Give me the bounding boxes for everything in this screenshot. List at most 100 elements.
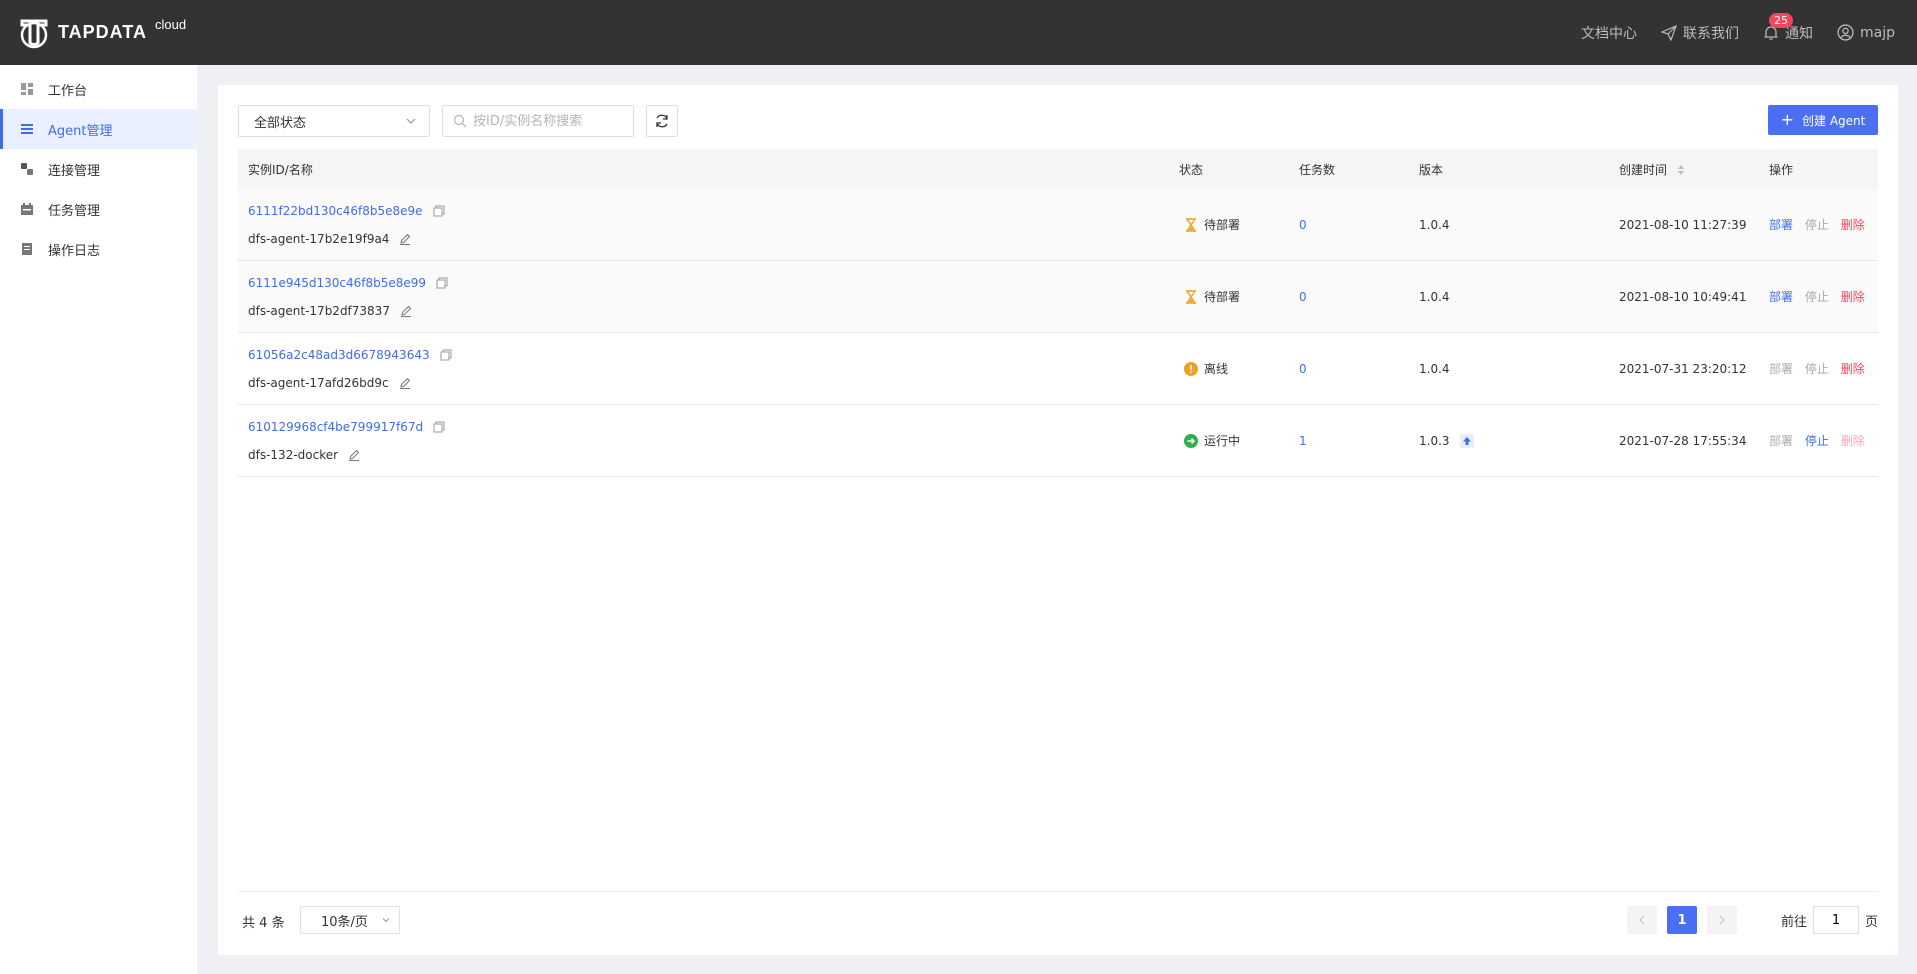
goto-page-input[interactable] xyxy=(1812,906,1859,934)
user-icon xyxy=(1837,24,1854,41)
logo-sup: cloud xyxy=(154,17,187,32)
refresh-icon xyxy=(656,114,668,128)
sidebar-item-agent[interactable]: Agent管理 xyxy=(0,109,197,149)
agent-table: 实例ID/名称 状态 任务数 版本 创建时间 操作 6111f22bd130c4… xyxy=(238,149,1878,477)
status-text: 运行中 xyxy=(1204,434,1241,448)
col-header-tasks: 任务数 xyxy=(1299,162,1336,177)
status-text: 离线 xyxy=(1204,362,1229,376)
tapdata-logo-icon xyxy=(20,19,48,48)
total-suffix: 条 xyxy=(271,916,285,931)
notify-badge: 25 xyxy=(1769,12,1793,28)
task-count-link[interactable]: 1 xyxy=(1299,434,1307,448)
create-agent-button[interactable]: + 创建 Agent xyxy=(1768,105,1878,135)
agent-id-link[interactable]: 610129968cf4be799917f67d xyxy=(248,420,423,434)
version-text: 1.0.4 xyxy=(1419,217,1450,232)
pagination-bar: 共 4 条 10条/页 1 前往 页 xyxy=(238,891,1878,955)
upgrade-icon[interactable] xyxy=(1459,433,1474,448)
page-button-current[interactable]: 1 xyxy=(1666,906,1697,934)
created-time: 2021-07-28 17:55:34 xyxy=(1619,433,1747,448)
status-text: 待部署 xyxy=(1204,218,1241,232)
deploy-button[interactable]: 部署 xyxy=(1769,434,1793,448)
sidebar-item-task[interactable]: 任务管理 xyxy=(0,189,197,229)
agent-name: dfs-agent-17b2e19f9a4 xyxy=(248,231,390,246)
delete-button[interactable]: 删除 xyxy=(1841,218,1865,232)
search-input[interactable] xyxy=(473,113,623,129)
copy-icon[interactable] xyxy=(433,205,445,217)
sidebar-item-label: 工作台 xyxy=(48,83,88,99)
version-text: 1.0.4 xyxy=(1419,289,1450,304)
sidebar-item-connection[interactable]: 连接管理 xyxy=(0,149,197,189)
deploy-button[interactable]: 部署 xyxy=(1769,218,1793,232)
deploy-button[interactable]: 部署 xyxy=(1769,362,1793,376)
goto-unit: 页 xyxy=(1864,914,1878,930)
docs-label: 文档中心 xyxy=(1581,25,1637,42)
next-page-button[interactable] xyxy=(1706,906,1737,934)
hourglass-icon xyxy=(1184,217,1198,232)
send-icon xyxy=(1661,24,1677,41)
table-row: 610129968cf4be799917f67d dfs-132-docker … xyxy=(238,405,1878,477)
stop-button[interactable]: 停止 xyxy=(1805,218,1829,232)
status-filter-select[interactable]: 全部状态 xyxy=(238,105,430,137)
col-header-id: 实例ID/名称 xyxy=(248,162,313,177)
search-box[interactable] xyxy=(442,105,634,137)
user-menu[interactable]: majp xyxy=(1837,24,1895,41)
created-time: 2021-07-31 23:20:12 xyxy=(1619,361,1747,376)
agent-id-link[interactable]: 6111e945d130c46f8b5e8e99 xyxy=(248,276,426,290)
page-size-value: 10条/页 xyxy=(321,914,368,930)
document-icon xyxy=(20,242,34,256)
sidebar-item-label: 操作日志 xyxy=(48,243,101,259)
stop-button[interactable]: 停止 xyxy=(1805,290,1829,304)
chevron-right-icon xyxy=(1719,915,1725,925)
delete-button[interactable]: 删除 xyxy=(1841,290,1865,304)
edit-icon[interactable] xyxy=(399,377,411,389)
stop-button[interactable]: 停止 xyxy=(1805,362,1829,376)
notify-link[interactable]: 25 通知 xyxy=(1763,12,1813,43)
task-count-link[interactable]: 0 xyxy=(1299,290,1307,304)
edit-icon[interactable] xyxy=(348,449,360,461)
edit-icon[interactable] xyxy=(399,233,411,245)
task-count-link[interactable]: 0 xyxy=(1299,218,1307,232)
agent-id-link[interactable]: 61056a2c48ad3d6678943643 xyxy=(248,348,430,362)
task-count-link[interactable]: 0 xyxy=(1299,362,1307,376)
sidebar-item-label: 连接管理 xyxy=(48,163,101,179)
agent-name: dfs-agent-17afd26bd9c xyxy=(248,375,389,390)
status-text: 待部署 xyxy=(1204,290,1241,304)
goto-label: 前往 xyxy=(1780,914,1807,930)
create-agent-label: 创建 Agent xyxy=(1802,113,1866,128)
list-icon xyxy=(20,122,34,136)
sort-icon[interactable] xyxy=(1677,164,1685,176)
top-header: TAPDATA cloud 文档中心 联系我们 25 通知 majp xyxy=(0,0,1917,65)
sidebar-item-label: 任务管理 xyxy=(48,203,101,219)
total-number: 4 xyxy=(259,916,268,931)
refresh-button[interactable] xyxy=(646,105,678,137)
status-filter-value: 全部状态 xyxy=(254,115,307,131)
col-header-status: 状态 xyxy=(1179,162,1204,177)
total-count: 共 4 条 xyxy=(242,912,285,931)
delete-button[interactable]: 删除 xyxy=(1841,362,1865,376)
copy-icon[interactable] xyxy=(433,421,445,433)
contact-link[interactable]: 联系我们 xyxy=(1661,23,1739,43)
total-prefix: 共 xyxy=(242,916,256,931)
col-header-created[interactable]: 创建时间 xyxy=(1619,161,1769,178)
sidebar-item-label: Agent管理 xyxy=(48,123,113,139)
sidebar-item-oplog[interactable]: 操作日志 xyxy=(0,229,197,269)
version-text: 1.0.3 xyxy=(1419,433,1450,448)
copy-icon[interactable] xyxy=(440,349,452,361)
created-time: 2021-08-10 10:49:41 xyxy=(1619,289,1747,304)
chevron-down-icon xyxy=(406,118,416,124)
deploy-button[interactable]: 部署 xyxy=(1769,290,1793,304)
hourglass-icon xyxy=(1184,289,1198,304)
logo[interactable]: TAPDATA cloud xyxy=(18,17,186,49)
prev-page-button[interactable] xyxy=(1626,906,1657,934)
docs-link[interactable]: 文档中心 xyxy=(1581,23,1637,43)
user-name: majp xyxy=(1860,24,1895,41)
running-icon xyxy=(1184,433,1198,448)
agent-id-link[interactable]: 6111f22bd130c46f8b5e8e9e xyxy=(248,204,423,218)
edit-icon[interactable] xyxy=(400,305,412,317)
page-size-select[interactable]: 10条/页 xyxy=(300,906,400,934)
sidebar-item-workbench[interactable]: 工作台 xyxy=(0,69,197,109)
delete-button[interactable]: 删除 xyxy=(1841,434,1865,448)
plus-icon: + xyxy=(1780,110,1795,129)
stop-button[interactable]: 停止 xyxy=(1805,434,1829,448)
copy-icon[interactable] xyxy=(436,277,448,289)
